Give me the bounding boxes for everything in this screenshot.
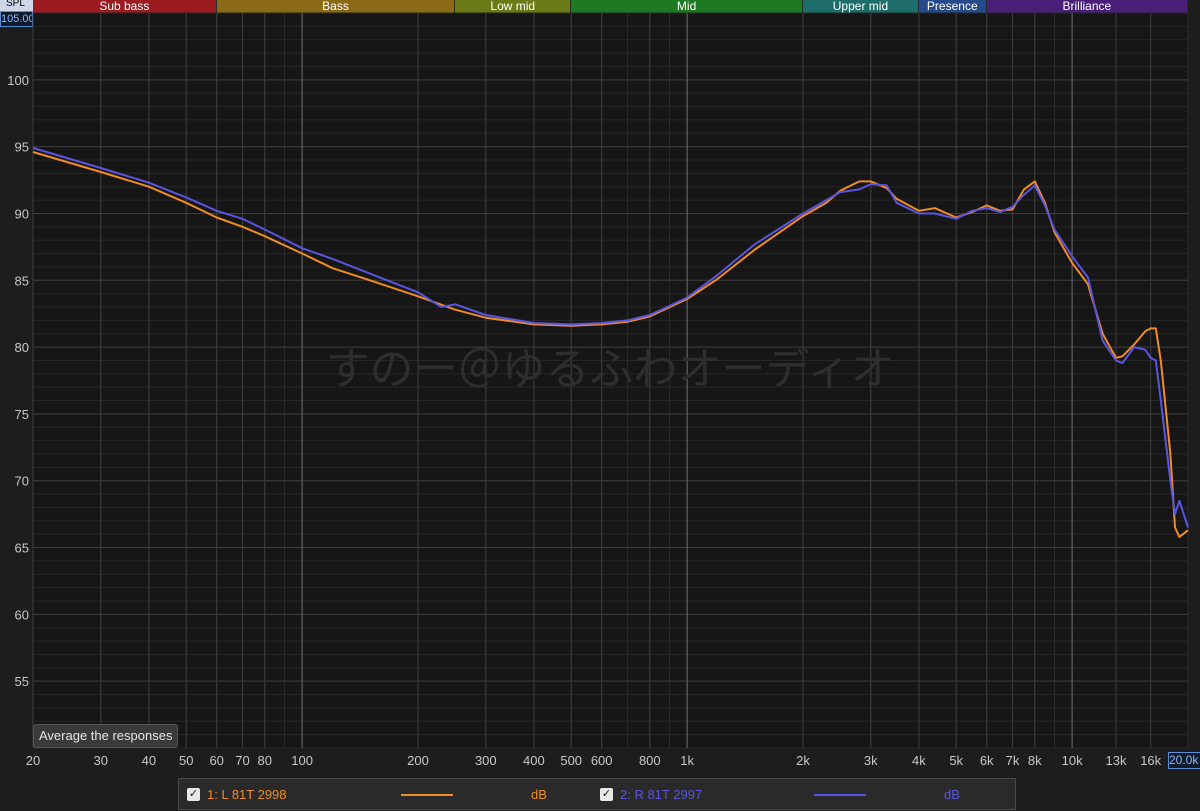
legend-swatch [814, 794, 866, 796]
y-tick-label: 85 [15, 273, 29, 288]
x-tick-label: 60 [209, 753, 223, 768]
x-tick-label: 20 [26, 753, 40, 768]
x-tick-label: 2k [796, 753, 810, 768]
x-tick-label: 5k [949, 753, 963, 768]
x-tick-label: 800 [639, 753, 661, 768]
y-tick-label: 70 [15, 474, 29, 489]
frequency-band-bar: Sub bass Bass Low mid Mid Upper mid Presence B… [0, 0, 1200, 13]
legend-label: 1: L 81T 2998 [207, 787, 287, 802]
x-tick-label: 8k [1028, 753, 1042, 768]
y-tick-label: 95 [15, 140, 29, 155]
checkbox-icon[interactable]: ✓ [600, 788, 613, 801]
legend-item-right: ✓ 2: R 81T 2997 dB [592, 779, 1002, 811]
x-tick-label: 400 [523, 753, 545, 768]
plot-area [33, 13, 1188, 748]
x-tick-label: 13k [1105, 753, 1126, 768]
legend-unit: dB [944, 787, 960, 802]
x-tick-label: 500 [560, 753, 582, 768]
x-tick-label: 6k [980, 753, 994, 768]
band-bass: Bass [216, 0, 456, 13]
legend-swatch [401, 794, 453, 796]
y-tick-label: 55 [15, 674, 29, 689]
average-responses-button[interactable]: Average the responses [33, 724, 179, 748]
x-tick-label: 16k [1140, 753, 1161, 768]
legend-label: 2: R 81T 2997 [620, 787, 703, 802]
x-tick-label: 200 [407, 753, 429, 768]
legend: ✓ 1: L 81T 2998 dB ✓ 2: R 81T 2997 dB [178, 778, 1016, 810]
x-tick-label: 40 [142, 753, 156, 768]
x-tick-label: 70 [235, 753, 249, 768]
legend-unit: dB [531, 787, 547, 802]
x-tick-label: 600 [591, 753, 613, 768]
x-tick-label: 7k [1006, 753, 1020, 768]
band-brilliance: Brilliance [986, 0, 1188, 13]
x-tick-label: 300 [475, 753, 497, 768]
x-max-input[interactable]: 20.0k [1168, 752, 1200, 769]
x-tick-label: 4k [912, 753, 926, 768]
y-tick-label: 75 [15, 407, 29, 422]
band-low-mid: Low mid [455, 0, 572, 13]
x-tick-label: 1k [680, 753, 694, 768]
band-sub-bass: Sub bass [33, 0, 217, 13]
x-tick-label: 10k [1062, 753, 1083, 768]
x-tick-label: 50 [179, 753, 193, 768]
checkbox-icon[interactable]: ✓ [187, 788, 200, 801]
y-tick-label: 80 [15, 340, 29, 355]
band-upper-mid: Upper mid [803, 0, 919, 13]
band-mid: Mid [571, 0, 803, 13]
band-presence: Presence [918, 0, 987, 13]
x-tick-label: 30 [94, 753, 108, 768]
y-axis-title: SPL [6, 0, 25, 9]
y-tick-label: 60 [15, 607, 29, 622]
y-tick-label: 65 [15, 541, 29, 556]
x-tick-label: 3k [864, 753, 878, 768]
x-tick-label: 100 [291, 753, 313, 768]
legend-item-left: ✓ 1: L 81T 2998 dB [179, 779, 589, 811]
y-tick-label: 100 [7, 73, 29, 88]
y-max-input[interactable]: 105.00 [0, 11, 33, 27]
y-tick-label: 90 [15, 206, 29, 221]
x-tick-label: 80 [258, 753, 272, 768]
